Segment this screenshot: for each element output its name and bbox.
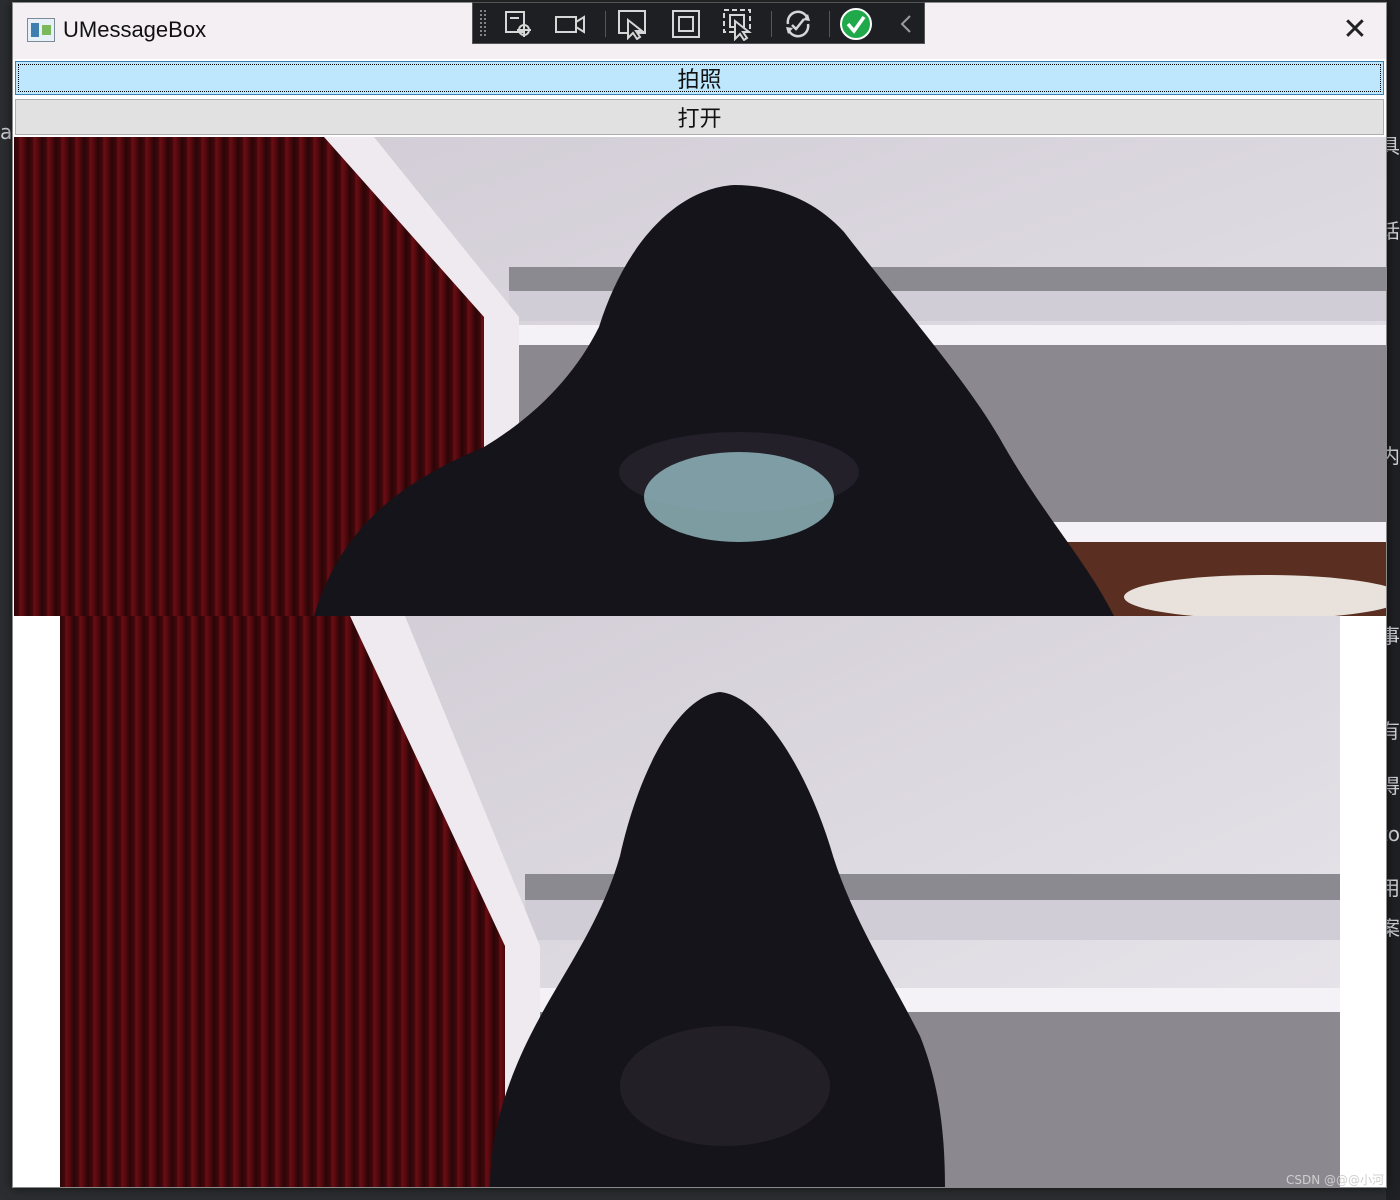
display-layout-adorners-icon[interactable] — [669, 7, 703, 41]
watermark: CSDN @@@小河 — [1285, 1173, 1384, 1187]
open-camera-button[interactable]: 打开 — [15, 99, 1384, 135]
toolbar-separator — [605, 11, 606, 37]
track-focused-element-icon[interactable] — [721, 7, 755, 41]
select-element-icon[interactable] — [615, 7, 649, 41]
toolbar-separator — [771, 11, 772, 37]
close-button[interactable]: ✕ — [1340, 15, 1370, 45]
camera-frame-captured — [60, 616, 1340, 1187]
close-icon: ✕ — [1342, 12, 1368, 47]
toolbar-grip-icon[interactable] — [479, 9, 487, 37]
toolbar-separator — [829, 11, 830, 37]
live-camera-preview — [14, 137, 1386, 616]
inspect-element-icon[interactable] — [501, 7, 535, 41]
hot-reload-icon[interactable] — [781, 7, 815, 41]
camera-frame-live — [14, 137, 1386, 616]
background-app-right-edge — [1386, 0, 1400, 1200]
xaml-debug-toolbar — [472, 2, 925, 44]
window-title: UMessageBox — [63, 17, 207, 42]
captured-photo-panel — [13, 616, 1386, 1187]
take-photo-button[interactable]: 拍照 — [15, 61, 1384, 95]
collapse-icon[interactable] — [889, 7, 923, 41]
umessagebox-window: UMessageBox ✕ 拍照 打开 — [12, 2, 1387, 1188]
record-video-icon[interactable] — [553, 7, 587, 41]
check-icon[interactable] — [839, 7, 873, 41]
app-icon — [27, 18, 55, 42]
captured-photo — [60, 616, 1340, 1187]
